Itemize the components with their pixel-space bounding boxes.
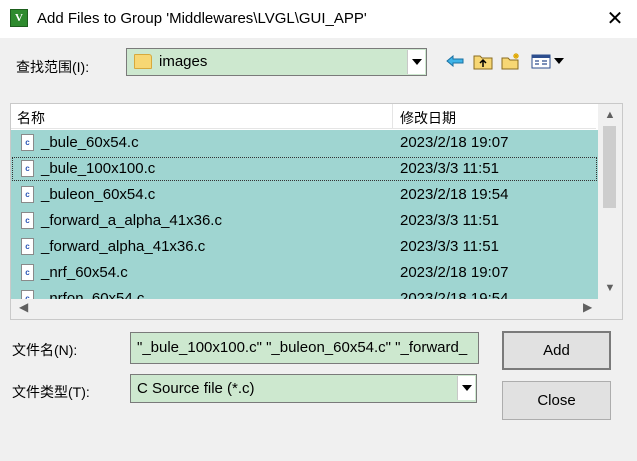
file-date: 2023/3/3 11:51: [400, 160, 499, 177]
file-name: _bule_100x100.c: [41, 160, 156, 177]
file-name: _nrf_60x54.c: [41, 264, 128, 281]
file-name: _bule_60x54.c: [41, 134, 139, 151]
scroll-up-icon[interactable]: ▲: [598, 107, 622, 124]
list-item[interactable]: c _bule_100x100.c 2023/3/3 11:51: [11, 156, 598, 182]
file-date: 2023/2/18 19:07: [400, 264, 509, 281]
sort-arrow-icon: ^: [197, 103, 202, 110]
list-item[interactable]: c _nrf_60x54.c 2023/2/18 19:07: [11, 260, 598, 286]
column-separator[interactable]: [392, 104, 393, 128]
file-type-value: C Source file (*.c): [137, 380, 255, 397]
file-name: _forward_alpha_41x36.c: [41, 238, 206, 255]
scroll-right-icon[interactable]: ▶: [583, 300, 592, 314]
look-in-label: 查找范围(I):: [16, 59, 90, 75]
column-header-name[interactable]: 名称: [17, 108, 45, 128]
vertical-scrollbar[interactable]: ▲ ▼: [598, 104, 622, 299]
back-arrow-icon[interactable]: [444, 51, 466, 71]
c-file-icon: c: [21, 264, 34, 281]
scroll-left-icon[interactable]: ◀: [19, 300, 28, 314]
close-window-button[interactable]: ✕: [600, 5, 630, 33]
list-item[interactable]: c _bule_60x54.c 2023/2/18 19:07: [11, 130, 598, 156]
c-file-icon: c: [21, 160, 34, 177]
chevron-down-icon: [411, 59, 422, 65]
c-file-icon: c: [21, 186, 34, 203]
file-date: 2023/3/3 11:51: [400, 212, 499, 229]
scroll-down-icon[interactable]: ▼: [598, 280, 622, 297]
list-rows: c _bule_60x54.c 2023/2/18 19:07 c _bule_100…: [11, 130, 598, 300]
list-item[interactable]: c _forward_alpha_41x36.c 2023/3/3 11:51: [11, 234, 598, 260]
look-in-dropdown-button[interactable]: [407, 50, 425, 74]
look-in-combo[interactable]: images: [126, 48, 427, 76]
look-in-value: images: [159, 53, 208, 70]
horizontal-scrollbar[interactable]: ◀ ▶: [11, 299, 622, 319]
app-icon: V: [10, 9, 28, 27]
c-file-icon: c: [21, 134, 34, 151]
file-type-select[interactable]: C Source file (*.c): [130, 374, 477, 403]
file-date: 2023/2/18 19:54: [400, 186, 509, 203]
column-header-date[interactable]: 修改日期: [400, 108, 456, 128]
file-type-label: 文件类型(T):: [12, 384, 90, 400]
list-item[interactable]: c _nrfon_60x54.c 2023/2/18 19:54: [11, 286, 598, 300]
chevron-down-icon: [461, 385, 472, 391]
up-folder-icon[interactable]: [472, 51, 494, 71]
list-item[interactable]: c _forward_a_alpha_41x36.c 2023/3/3 11:51: [11, 208, 598, 234]
close-button[interactable]: Close: [502, 381, 611, 420]
file-name-input[interactable]: "_bule_100x100.c" "_buleon_60x54.c" "_fo…: [130, 332, 479, 364]
new-folder-icon[interactable]: [500, 51, 522, 71]
window-title: Add Files to Group 'Middlewares\LVGL\GUI…: [37, 10, 367, 27]
c-file-icon: c: [21, 212, 34, 229]
file-date: 2023/3/3 11:51: [400, 238, 499, 255]
file-list[interactable]: ^ 名称 修改日期 c _bule_60x54.c 2023/2/18 19:07 …: [10, 103, 623, 320]
view-menu-icon[interactable]: [530, 51, 566, 71]
c-file-icon: c: [21, 238, 34, 255]
file-name: _forward_a_alpha_41x36.c: [41, 212, 222, 229]
file-name-label: 文件名(N):: [12, 342, 78, 358]
file-type-dropdown-button[interactable]: [457, 376, 475, 400]
scroll-thumb[interactable]: [603, 126, 616, 208]
file-name: _buleon_60x54.c: [41, 186, 156, 203]
list-item[interactable]: c _buleon_60x54.c 2023/2/18 19:54: [11, 182, 598, 208]
list-header: ^ 名称 修改日期: [11, 104, 596, 129]
add-button[interactable]: Add: [502, 331, 611, 370]
folder-icon: [134, 54, 152, 69]
file-date: 2023/2/18 19:07: [400, 134, 509, 151]
